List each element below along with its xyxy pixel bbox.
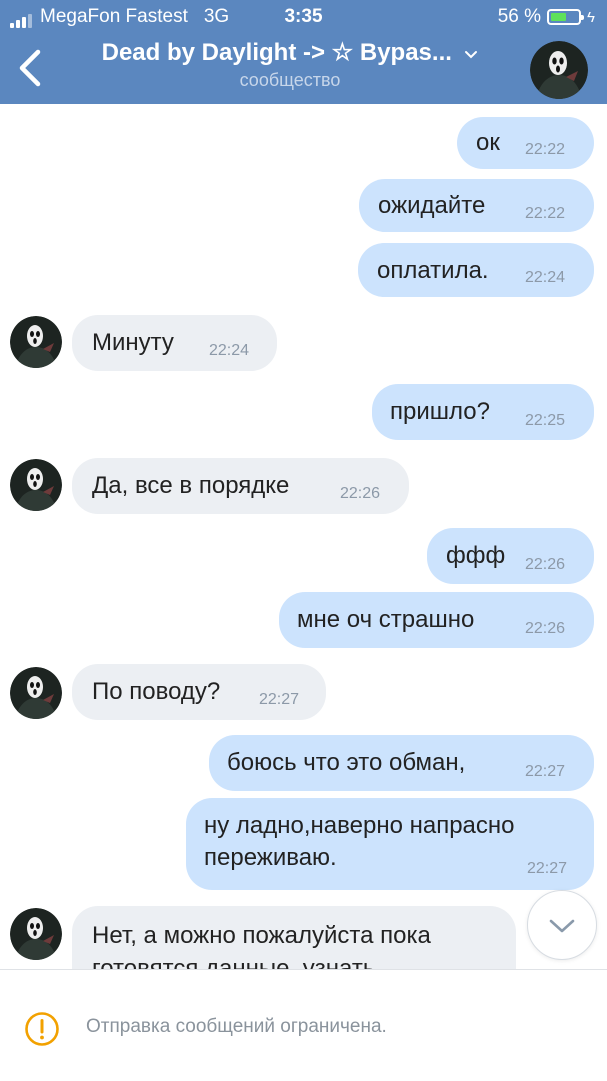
chat-header: MegaFon Fastest 3G 3:35 56 % ϟ Dead by D… (0, 0, 607, 104)
ghostface-avatar-icon (10, 667, 62, 719)
message-text-line: переживаю. (204, 844, 337, 871)
sender-avatar[interactable] (10, 908, 62, 960)
sender-avatar[interactable] (10, 667, 62, 719)
back-button[interactable] (16, 48, 46, 88)
message-text: боюсь что это обман, (227, 749, 466, 776)
message-time: 22:25 (525, 412, 566, 429)
message-text: мне оч страшно (297, 606, 475, 633)
chat-subtitle: сообщество (239, 70, 341, 90)
message-time: 22:22 (525, 205, 566, 222)
sender-avatar[interactable] (10, 316, 62, 368)
message-bubble-outgoing[interactable]: оплатила. 22:24 (358, 243, 594, 297)
message-bubble-outgoing[interactable]: ок 22:22 (457, 117, 594, 169)
message-text: ожидайте (378, 192, 486, 219)
message-bubble-outgoing[interactable]: ффф 22:26 (427, 528, 594, 584)
message-list[interactable]: ок 22:22 ожидайте 22:22 оплатила. 22:24 … (0, 104, 607, 970)
chevron-left-icon (19, 49, 41, 87)
chevron-down-icon (549, 919, 575, 933)
message-time: 22:27 (259, 691, 300, 708)
scroll-down-button[interactable] (527, 890, 597, 960)
message-text: ок (476, 129, 500, 156)
message-text: ффф (446, 542, 506, 569)
message-bubble-incoming[interactable]: Нет, а можно пожалуйста пока готовятся д… (72, 906, 516, 970)
message-bubble-outgoing[interactable]: боюсь что это обман, 22:27 (209, 735, 594, 791)
message-bubble-incoming[interactable]: По поводу? 22:27 (72, 664, 326, 720)
message-bubble-incoming[interactable]: Минуту 22:24 (72, 315, 277, 371)
message-text-line: готовятся данные, узнать (92, 955, 376, 970)
ghostface-avatar-icon (530, 41, 588, 99)
exclamation-circle-icon (24, 1011, 60, 1047)
message-bubble-outgoing[interactable]: ожидайте 22:22 (359, 179, 594, 232)
message-bubble-outgoing[interactable]: мне оч страшно 22:26 (279, 592, 594, 648)
chevron-down-icon[interactable] (464, 47, 478, 65)
message-bubble-incoming[interactable]: Да, все в порядке 22:26 (72, 458, 409, 514)
chat-title-area[interactable]: Dead by Daylight -> ☆ Bypas... сообществ… (70, 38, 510, 91)
message-text: Минуту (92, 329, 174, 356)
message-time: 22:27 (527, 860, 568, 877)
message-text: По поводу? (92, 678, 221, 705)
ghostface-avatar-icon (10, 459, 62, 511)
charging-icon: ϟ (587, 8, 595, 26)
chat-title[interactable]: Dead by Daylight -> ☆ Bypas... (102, 38, 452, 67)
message-time: 22:26 (525, 556, 566, 573)
status-bar: MegaFon Fastest 3G 3:35 56 % ϟ (0, 0, 607, 34)
battery-fill (551, 13, 567, 21)
message-time: 22:26 (525, 620, 566, 637)
message-text: Да, все в порядке (92, 472, 290, 499)
battery-icon (547, 9, 585, 25)
community-avatar[interactable] (530, 41, 588, 99)
message-time: 22:27 (525, 763, 566, 780)
input-area-restricted: Отправка сообщений ограничена. (0, 969, 607, 1081)
message-bubble-outgoing[interactable]: ну ладно,наверно напрасно переживаю. 22:… (186, 798, 594, 890)
message-text-line: Нет, а можно пожалуйста пока (92, 922, 431, 949)
sender-avatar[interactable] (10, 459, 62, 511)
message-text-line: ну ладно,наверно напрасно (204, 812, 515, 839)
status-right: 56 % ϟ (498, 6, 595, 28)
ghostface-avatar-icon (10, 316, 62, 368)
message-time: 22:22 (525, 141, 566, 158)
message-bubble-outgoing[interactable]: пришло? 22:25 (372, 384, 594, 440)
message-text: пришло? (390, 398, 490, 425)
ghostface-avatar-icon (10, 908, 62, 960)
message-time: 22:26 (340, 485, 381, 502)
battery-percent: 56 % (497, 6, 542, 27)
message-time: 22:24 (525, 269, 566, 286)
restriction-message: Отправка сообщений ограничена. (86, 1016, 387, 1037)
message-text: оплатила. (377, 257, 489, 284)
message-time: 22:24 (209, 342, 250, 359)
